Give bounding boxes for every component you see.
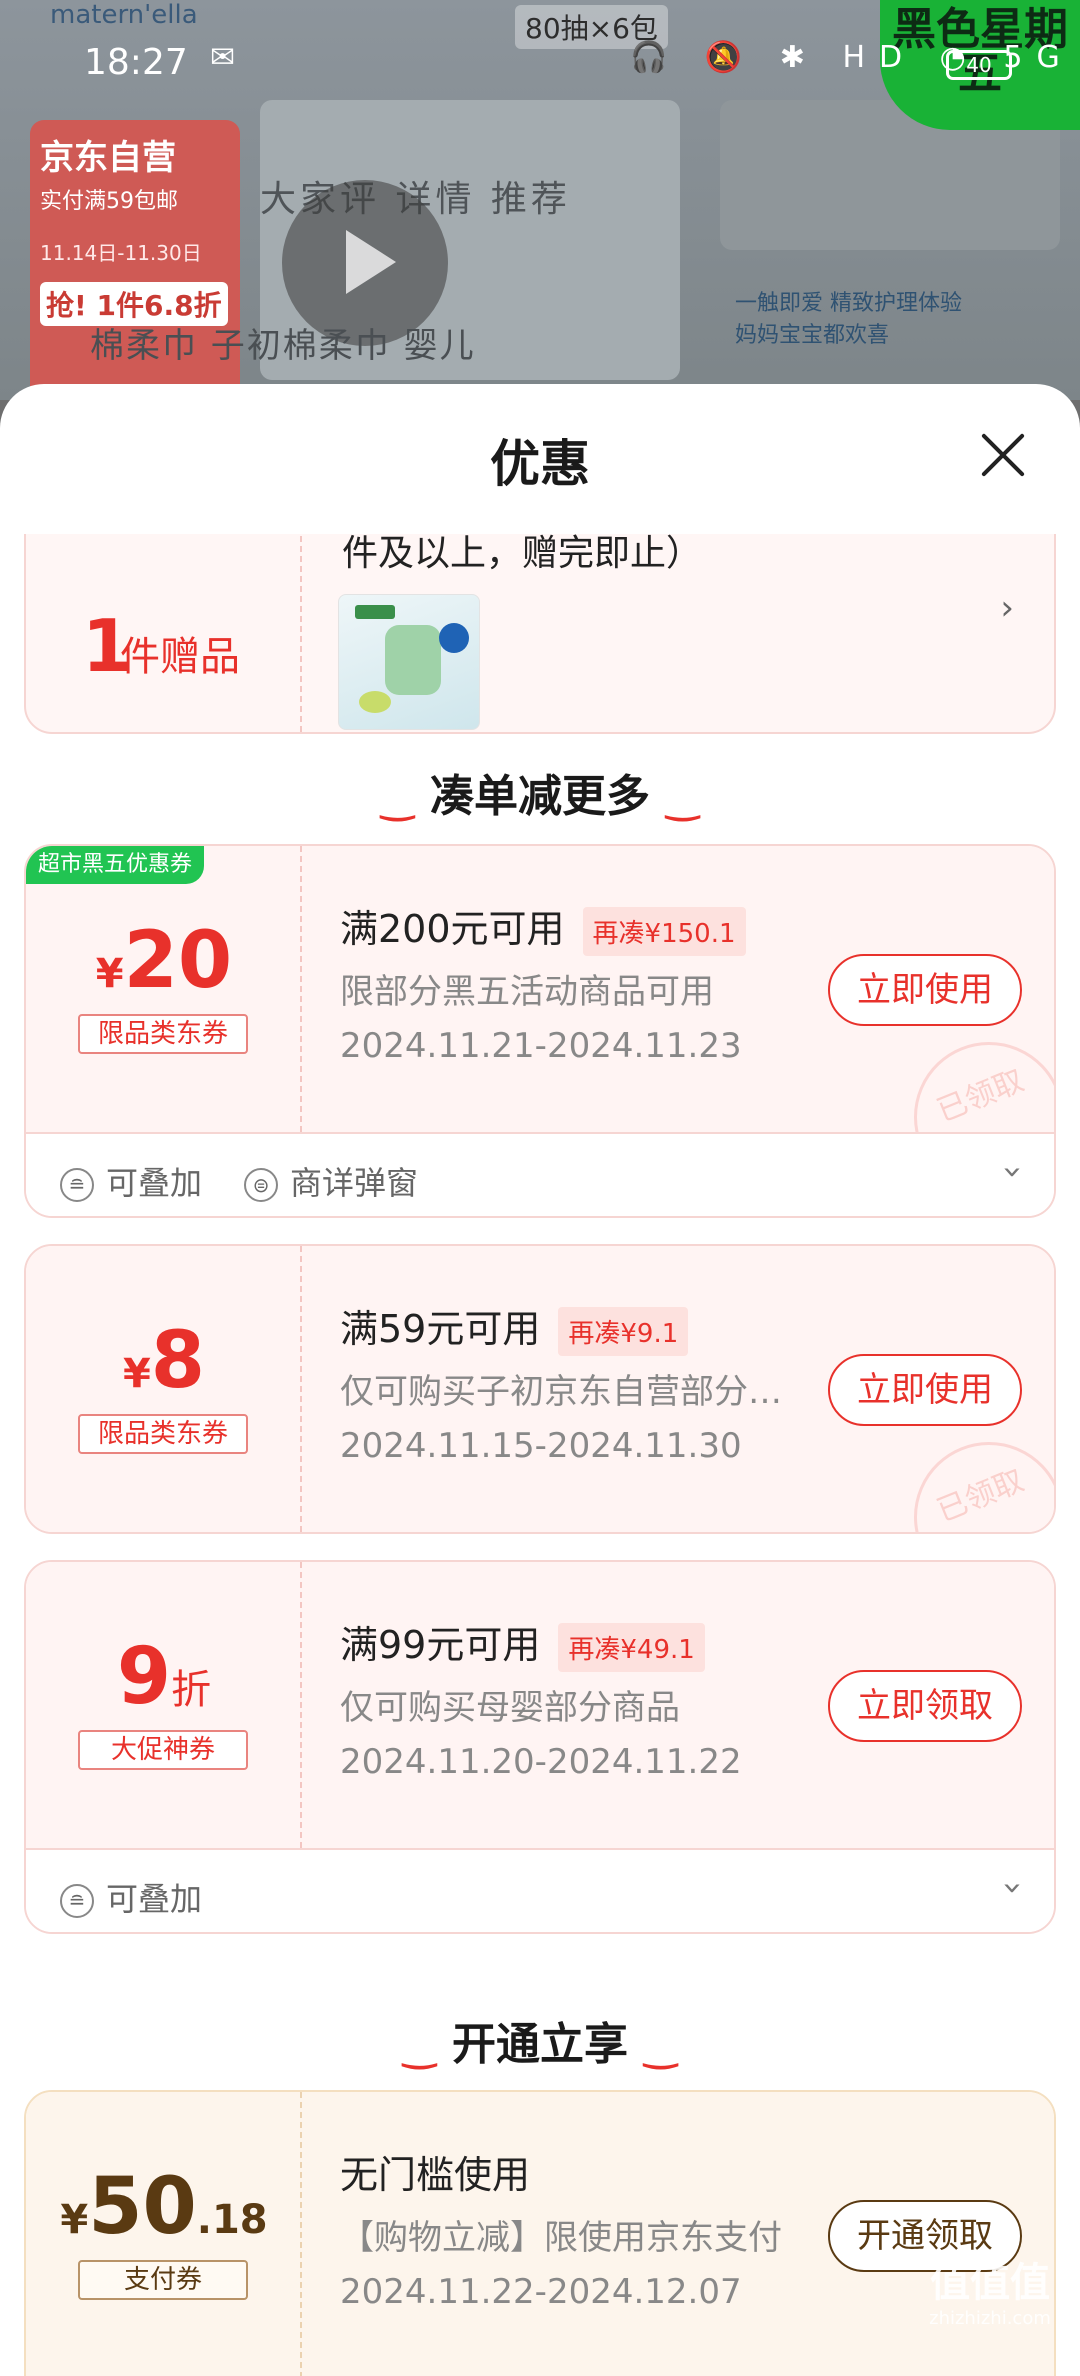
coupon-card[interactable]: 超市黑五优惠券 ¥20 限品类东券 满200元可用 再凑¥150.1 限部分黑五活… xyxy=(24,844,1056,1218)
need-amount-badge: 再凑¥49.1 xyxy=(558,1623,705,1672)
received-stamp: 已领取 xyxy=(891,1419,1054,1532)
stack-icon: ≘ xyxy=(60,1168,94,1202)
watermark-main: 值值值 xyxy=(930,2260,1050,2306)
coupon-amount: ¥50.18 xyxy=(26,2162,302,2252)
related-text-2: 妈妈宝宝都欢喜 xyxy=(735,323,890,348)
coupon-type-tag: 限品类东券 xyxy=(78,1414,248,1454)
coupon-amount: ¥8 xyxy=(26,1316,302,1406)
status-time: 18:27 xyxy=(84,42,188,83)
coupon-amount: ¥20 xyxy=(26,916,302,1006)
coupon-card[interactable]: 9折 大促神券 满99元可用 再凑¥49.1 仅可购买母婴部分商品 2024.11… xyxy=(24,1560,1056,1934)
claim-now-button[interactable]: 立即领取 xyxy=(828,1670,1022,1742)
coupon-type-tag: 支付券 xyxy=(78,2260,248,2300)
currency-symbol: ¥ xyxy=(60,2197,89,2243)
discount-sheet: 优惠 1 件赠品 件及以上，赠完即止） › ‿ 凑单减更多 ‿ 超市黑五优惠券 xyxy=(0,384,1080,2376)
coupon-left-panel: 9折 大促神券 xyxy=(26,1562,302,1848)
amount-number: 50 xyxy=(88,2162,197,2252)
amount-number: 9 xyxy=(116,1632,172,1722)
coupon-date: 2024.11.22-2024.12.07 xyxy=(340,2272,742,2312)
amount-decimal: .18 xyxy=(196,2197,268,2243)
coupon-left-panel: ¥8 限品类东券 xyxy=(26,1246,302,1532)
coupon-footer[interactable]: ≘ 可叠加 › xyxy=(26,1848,1054,1932)
section-title-open: 开通立享 xyxy=(452,2019,628,2070)
stackable-feature: ≘ 可叠加 xyxy=(60,1874,202,1920)
coupon-left-panel: ¥50.18 支付券 xyxy=(26,2092,302,2376)
related-product-text: 一触即爱 精致护理体验 妈妈宝宝都欢喜 xyxy=(735,288,962,352)
feature-label: 可叠加 xyxy=(106,1880,203,1918)
stackable-feature: ≘ 可叠加 xyxy=(60,1158,202,1204)
close-icon[interactable] xyxy=(978,430,1028,480)
condition-text: 满200元可用 xyxy=(340,907,565,951)
coupon-card[interactable]: ¥50.18 支付券 无门槛使用 【购物立减】限使用京东支付 2024.11.2… xyxy=(24,2090,1056,2376)
popup-feature: ⊜ 商详弹窗 xyxy=(244,1158,418,1204)
smile-icon: ‿ xyxy=(666,776,700,822)
condition-text: 无门槛使用 xyxy=(340,2153,531,2197)
coupon-description: 限部分黑五活动商品可用 xyxy=(340,972,714,1012)
amount-number: 8 xyxy=(150,1316,206,1406)
coupon-amount: 9折 xyxy=(26,1632,302,1722)
coupon-date: 2024.11.20-2024.11.22 xyxy=(340,1742,742,1782)
section-header-more: ‿ 凑单减更多 ‿ xyxy=(0,760,1080,824)
wechat-icon: ✉ xyxy=(210,40,236,75)
coupon-condition: 满99元可用 再凑¥49.1 xyxy=(340,1614,705,1672)
related-text-1: 一触即爱 精致护理体验 xyxy=(735,291,962,316)
coupon-main: ¥50.18 支付券 无门槛使用 【购物立减】限使用京东支付 2024.11.2… xyxy=(26,2092,1054,2376)
popup-icon: ⊜ xyxy=(244,1168,278,1202)
background-tags: 棉柔巾 子初棉柔巾 婴儿 xyxy=(90,326,476,366)
gift-description: 件及以上，赠完即止） xyxy=(342,534,703,574)
coupon-card[interactable]: ¥8 限品类东券 满59元可用 再凑¥9.1 仅可购买子初京东自营部分商品 202… xyxy=(24,1244,1056,1534)
stack-icon: ≘ xyxy=(60,1884,94,1918)
need-amount-badge: 再凑¥150.1 xyxy=(582,907,746,956)
gift-unit: 件赠品 xyxy=(120,634,240,680)
coupon-main: 超市黑五优惠券 ¥20 限品类东券 满200元可用 再凑¥150.1 限部分黑五活… xyxy=(26,846,1054,1215)
feature-label: 可叠加 xyxy=(106,1164,203,1202)
battery-icon: 40 xyxy=(946,50,1012,80)
brand-logo: matern'ella xyxy=(50,0,198,30)
coupon-description: 仅可购买母婴部分商品 xyxy=(340,1688,680,1728)
coupon-date: 2024.11.21-2024.11.23 xyxy=(340,1026,742,1066)
gift-card[interactable]: 1 件赠品 件及以上，赠完即止） › xyxy=(24,534,1056,734)
need-amount-badge: 再凑¥9.1 xyxy=(558,1307,689,1356)
watermark-sub: zhizhizhi.com xyxy=(929,2308,1051,2329)
jd-title: 京东自营 xyxy=(40,138,176,178)
coupon-footer[interactable]: ≘ 可叠加 ⊜ 商详弹窗 › xyxy=(26,1132,1054,1216)
coupon-condition: 满59元可用 再凑¥9.1 xyxy=(340,1298,689,1356)
chevron-down-icon[interactable]: › xyxy=(993,1165,1033,1179)
use-now-button[interactable]: 立即使用 xyxy=(828,954,1022,1026)
coupon-description: 【购物立减】限使用京东支付 xyxy=(340,2218,782,2258)
amount-number: 20 xyxy=(123,916,233,1006)
condition-text: 满99元可用 xyxy=(340,1623,541,1667)
chevron-right-icon[interactable]: › xyxy=(1000,588,1014,628)
smile-icon: ‿ xyxy=(644,2024,678,2070)
use-now-button[interactable]: 立即使用 xyxy=(828,1354,1022,1426)
smile-icon: ‿ xyxy=(402,2024,436,2070)
coupon-main: 9折 大促神券 满99元可用 再凑¥49.1 仅可购买母婴部分商品 2024.11… xyxy=(26,1562,1054,1848)
coupon-type-tag: 限品类东券 xyxy=(78,1014,248,1054)
gift-product-thumbnail[interactable] xyxy=(338,594,480,730)
coupon-condition: 无门槛使用 xyxy=(340,2144,530,2199)
sheet-title: 优惠 xyxy=(490,435,590,493)
coupon-main: ¥8 限品类东券 满59元可用 再凑¥9.1 仅可购买子初京东自营部分商品 202… xyxy=(26,1246,1054,1532)
jd-dates: 11.14日-11.30日 xyxy=(40,241,202,265)
chevron-down-icon[interactable]: › xyxy=(993,1881,1033,1895)
coupon-ribbon: 超市黑五优惠券 xyxy=(26,846,205,884)
status-bar: 18:27 ✉ 🎧 🔕 ✱ HD ◔ 5G 40 xyxy=(0,30,1080,100)
feature-label: 商详弹窗 xyxy=(290,1164,419,1202)
currency-symbol: ¥ xyxy=(122,1351,151,1397)
discount-suffix: 折 xyxy=(171,1667,212,1713)
gift-left-panel: 1 件赠品 xyxy=(26,534,302,732)
sheet-scroll-content[interactable]: 1 件赠品 件及以上，赠完即止） › ‿ 凑单减更多 ‿ 超市黑五优惠券 ¥20 限… xyxy=(0,534,1080,2376)
section-header-open: ‿ 开通立享 ‿ xyxy=(0,2008,1080,2072)
coupon-left-panel: 超市黑五优惠券 ¥20 限品类东券 xyxy=(26,846,302,1132)
condition-text: 满59元可用 xyxy=(340,1307,541,1351)
site-watermark: 值值值 zhizhizhi.com xyxy=(920,2250,1060,2360)
coupon-date: 2024.11.15-2024.11.30 xyxy=(340,1426,742,1466)
coupon-type-tag: 大促神券 xyxy=(78,1730,248,1770)
coupon-condition: 满200元可用 再凑¥150.1 xyxy=(340,898,746,956)
coupon-description: 仅可购买子初京东自营部分商品 xyxy=(340,1372,786,1412)
jd-subtitle: 实付满59包邮 xyxy=(40,189,178,214)
section-title-more: 凑单减更多 xyxy=(430,771,650,822)
smile-icon: ‿ xyxy=(380,776,414,822)
currency-symbol: ¥ xyxy=(95,951,124,997)
